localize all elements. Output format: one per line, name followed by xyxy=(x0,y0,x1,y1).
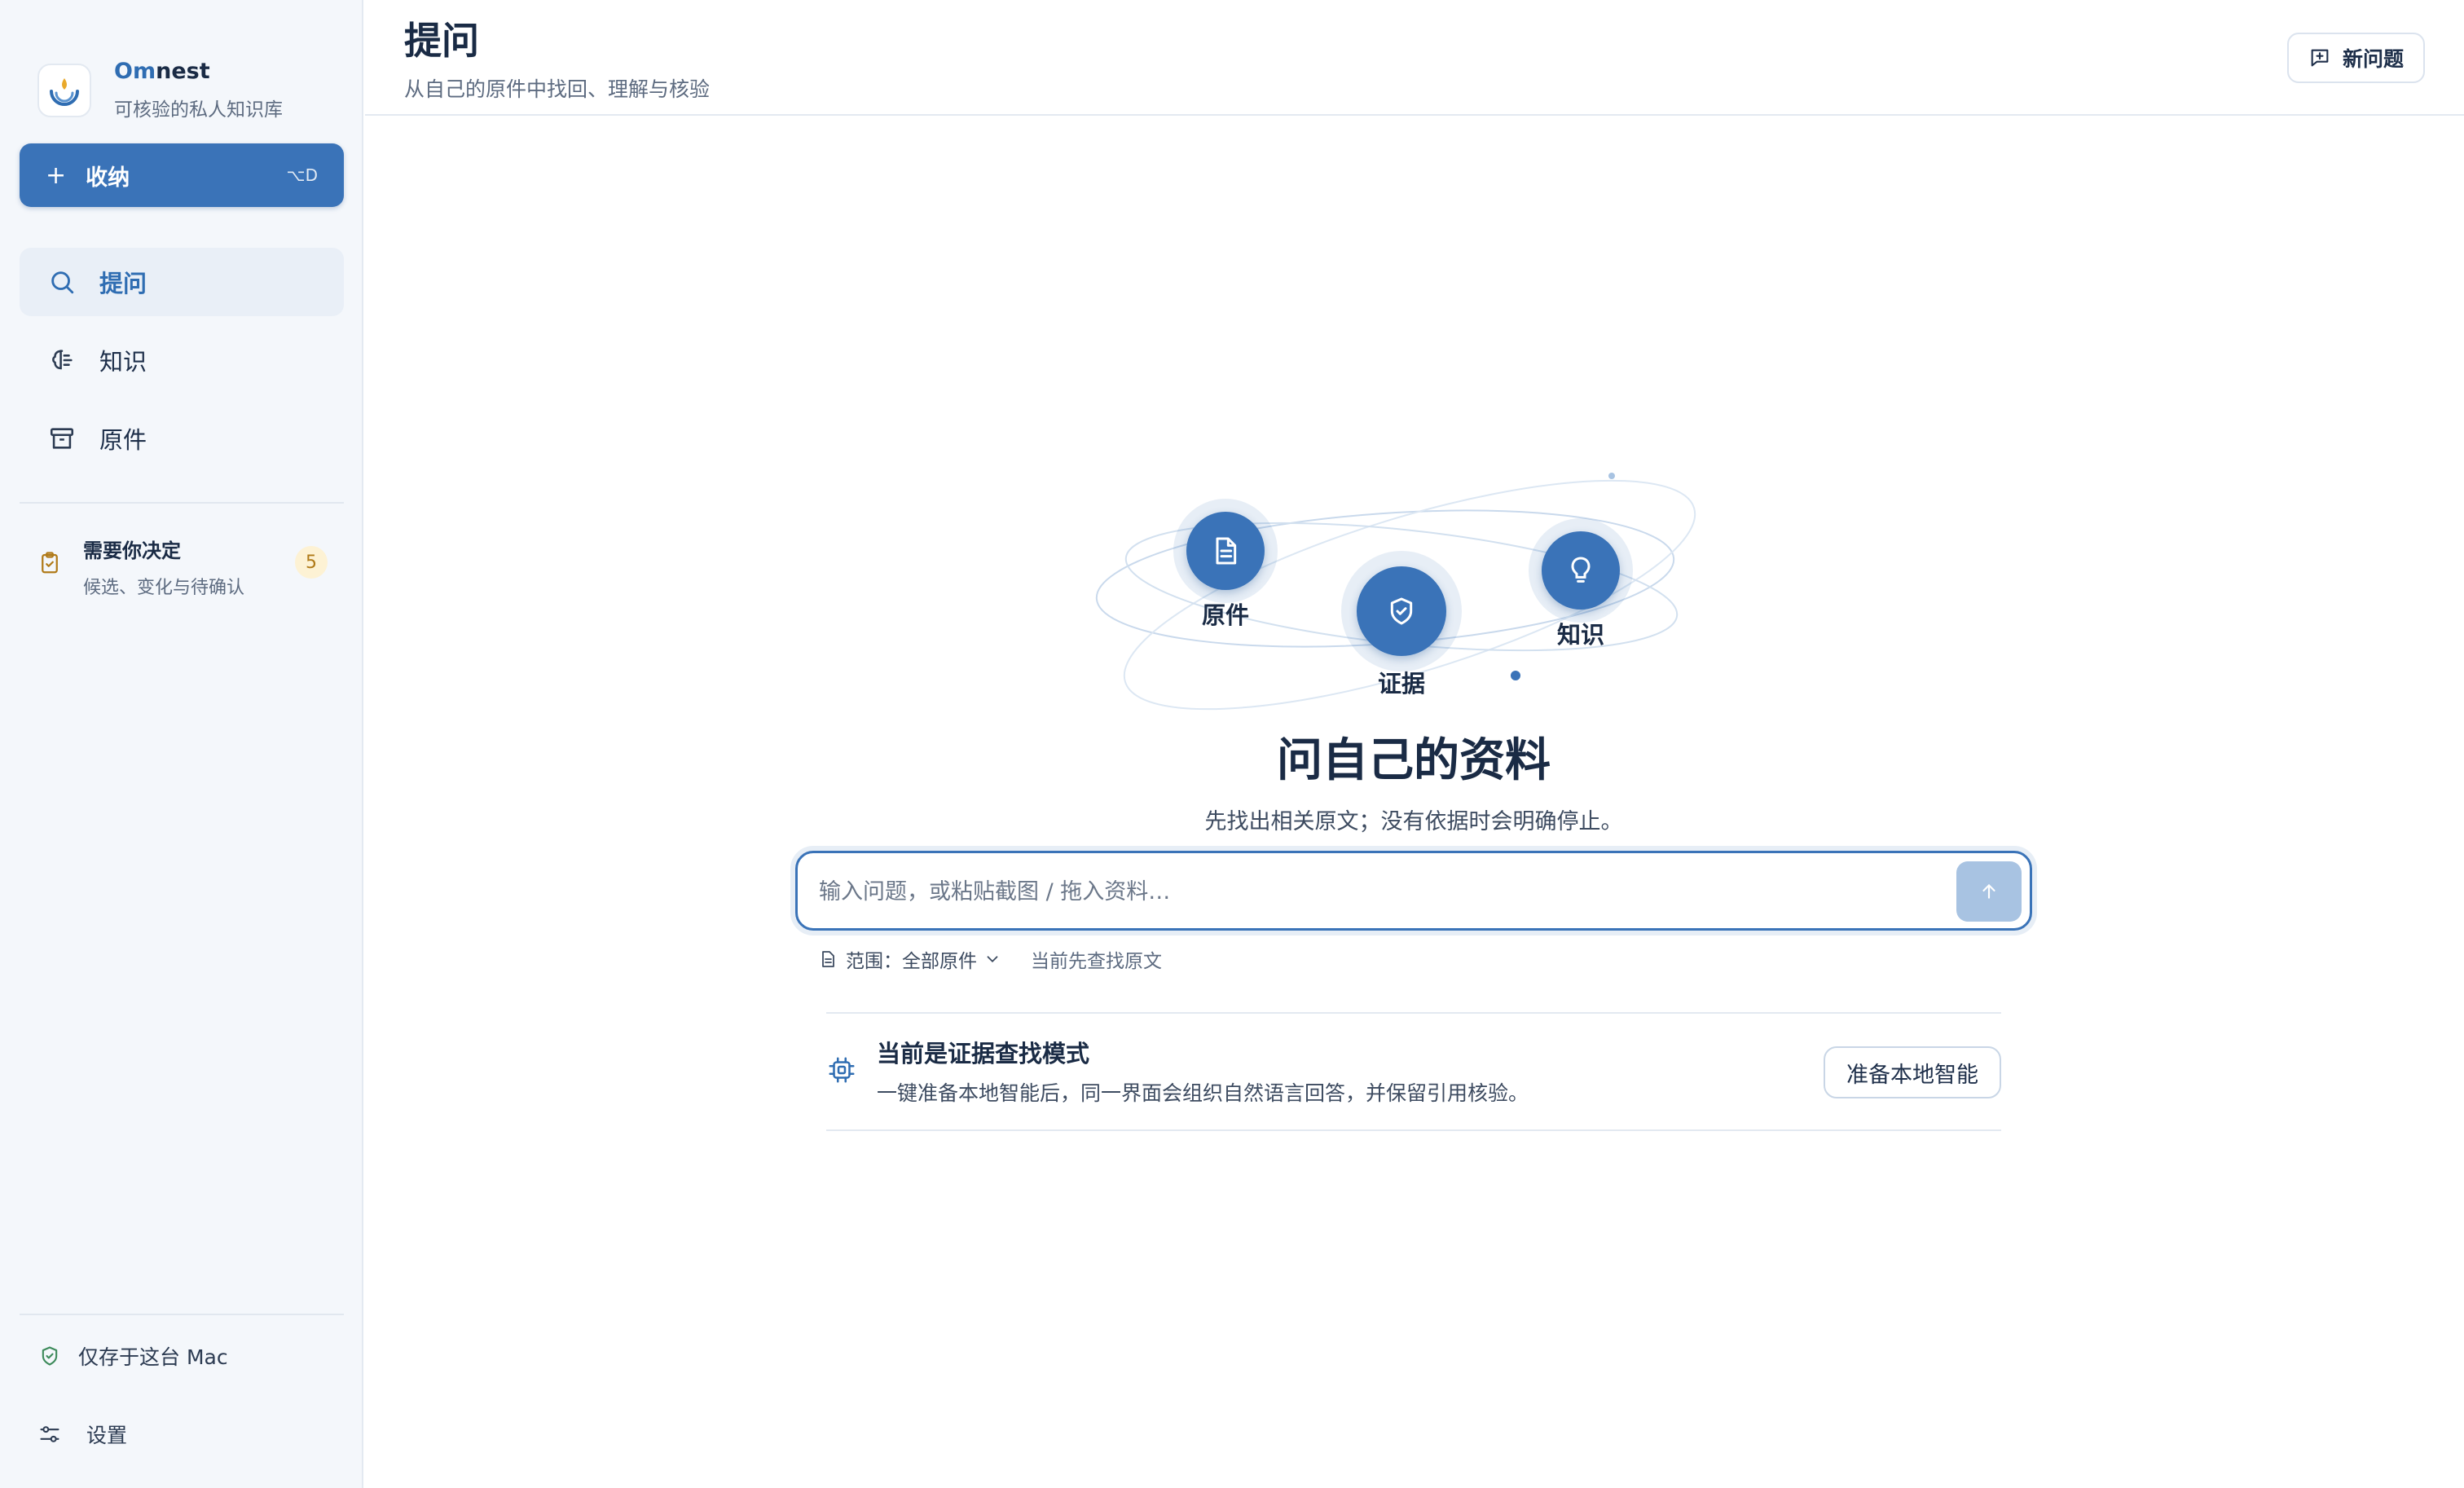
settings-item[interactable]: 设置 xyxy=(37,1420,127,1449)
shield-check-icon xyxy=(37,1344,62,1368)
ask-box xyxy=(795,851,2032,931)
new-question-label: 新问题 xyxy=(2342,47,2404,71)
brand-subtitle: 可核验的私人知识库 xyxy=(114,99,283,121)
shield-check-icon xyxy=(1357,566,1446,656)
page-header: 提问 从自己的原件中找回、理解与核验 新问题 xyxy=(365,0,2464,116)
settings-label: 设置 xyxy=(86,1424,128,1447)
local-only-label: 仅存于这台 Mac xyxy=(78,1345,228,1369)
sidebar-divider xyxy=(20,1314,344,1315)
file-icon xyxy=(818,949,838,969)
node-knowledge: 知识 xyxy=(1529,518,1633,650)
lightbulb-icon xyxy=(1542,531,1620,610)
decide-count-badge: 5 xyxy=(295,546,328,579)
scope-selector[interactable]: 范围：全部原件 xyxy=(846,945,977,973)
arrow-up-icon xyxy=(1982,883,1995,899)
prepare-local-ai-button[interactable]: 准备本地智能 xyxy=(1824,1046,2001,1098)
brain-icon xyxy=(47,346,77,375)
sidebar-item-ask[interactable]: 提问 xyxy=(20,248,344,316)
decide-subtitle: 候选、变化与待确认 xyxy=(83,578,245,598)
node-source-label: 原件 xyxy=(1201,601,1249,629)
plus-icon: + xyxy=(46,161,67,190)
sidebar-item-knowledge[interactable]: 知识 xyxy=(20,326,344,394)
archive-icon xyxy=(47,424,77,453)
page-subtitle: 从自己的原件中找回、理解与核验 xyxy=(404,77,711,101)
collect-label: 收纳 xyxy=(86,165,130,191)
collect-button[interactable]: + 收纳 ⌥D xyxy=(20,143,344,207)
brand-name: Omnest xyxy=(114,59,210,84)
new-question-button[interactable]: 新问题 xyxy=(2286,33,2425,83)
node-source: 原件 xyxy=(1173,499,1278,631)
question-input[interactable] xyxy=(817,853,1929,930)
node-knowledge-label: 知识 xyxy=(1556,621,1604,649)
mode-description: 一键准备本地智能后，同一界面会组织自然语言回答，并保留引用核验。 xyxy=(877,1081,1529,1105)
clipboard-check-icon xyxy=(37,551,62,575)
mode-card: 当前是证据查找模式 一键准备本地智能后，同一界面会组织自然语言回答，并保留引用核… xyxy=(826,1012,2001,1131)
decide-title: 需要你决定 xyxy=(83,539,181,562)
decide-item[interactable]: 需要你决定 候选、变化与待确认 5 xyxy=(37,535,328,598)
sidebar-item-label: 原件 xyxy=(99,426,147,454)
hero-title: 问自己的资料 xyxy=(1277,734,1551,787)
file-text-icon xyxy=(1186,512,1265,590)
sidebar-item-sources[interactable]: 原件 xyxy=(20,404,344,473)
hero-subtitle: 先找出相关原文；没有依据时会明确停止。 xyxy=(1204,809,1623,834)
brand: Omnest 可核验的私人知识库 xyxy=(37,59,283,121)
node-evidence-label: 证据 xyxy=(1377,670,1425,698)
sliders-icon xyxy=(37,1422,62,1446)
local-only-status: 仅存于这台 Mac xyxy=(37,1341,228,1371)
sidebar-item-label: 知识 xyxy=(99,348,147,376)
node-evidence: 证据 xyxy=(1341,551,1462,699)
page-title: 提问 xyxy=(404,19,479,63)
search-icon xyxy=(47,267,77,297)
prepare-local-ai-label: 准备本地智能 xyxy=(1846,1062,1978,1088)
scope-note: 当前先查找原文 xyxy=(1031,951,1162,972)
sidebar-divider xyxy=(20,502,344,504)
mode-title: 当前是证据查找模式 xyxy=(877,1040,1090,1068)
scope-row: 范围：全部原件 当前先查找原文 xyxy=(818,945,1162,973)
brand-logo xyxy=(37,63,91,117)
message-plus-icon xyxy=(2308,46,2331,69)
sidebar-item-label: 提问 xyxy=(99,270,147,297)
chevron-down-icon[interactable] xyxy=(983,950,1001,968)
collect-shortcut: ⌥D xyxy=(286,165,318,185)
send-button[interactable] xyxy=(1956,861,2022,922)
chip-icon xyxy=(826,1054,857,1085)
hero-illustration: 原件 证据 知识 xyxy=(1092,464,1727,733)
